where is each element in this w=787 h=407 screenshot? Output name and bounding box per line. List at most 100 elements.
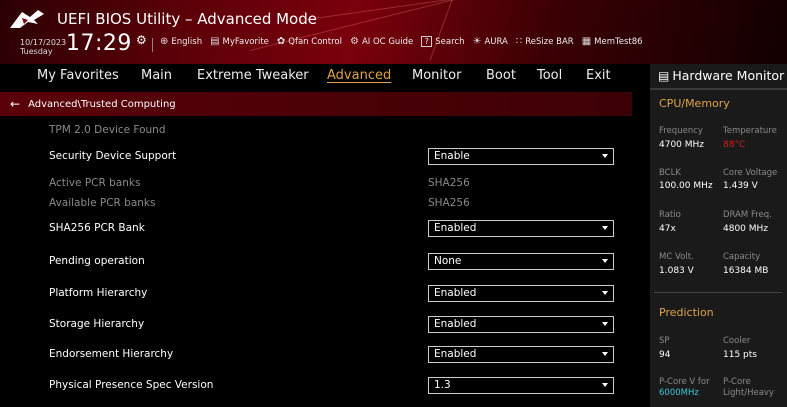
physical-presence-spec-dropdown[interactable]: 1.3: [428, 377, 614, 394]
hardware-monitor-title-text: Hardware Monitor: [672, 68, 785, 83]
chevron-down-icon: [602, 154, 608, 158]
pcore-v-label: P-Core V for: [659, 377, 710, 387]
bclk-label: BCLK: [659, 168, 681, 178]
fan-icon: ✿: [276, 36, 286, 47]
tab-tool[interactable]: Tool: [537, 68, 562, 83]
chevron-down-icon: [602, 322, 608, 326]
dropdown-value: Enabled: [434, 287, 477, 299]
dram-freq-label: DRAM Freq.: [723, 210, 772, 220]
toolbar-label: English: [171, 36, 203, 47]
sha256-pcr-bank-dropdown[interactable]: Enabled: [428, 220, 614, 237]
toolbar-resize-bar-button[interactable]: ∷ ReSize BAR: [516, 36, 574, 47]
toolbar-search-button[interactable]: ? Search: [421, 36, 464, 47]
setting-row-storage-hierarchy[interactable]: Storage Hierarchy Enabled: [0, 312, 632, 338]
setting-label: SHA256 PCR Bank: [49, 222, 145, 234]
toolbar-language-button[interactable]: ⊕ English: [160, 36, 202, 47]
setting-label: TPM 2.0 Device Found: [49, 124, 166, 136]
setting-label: Available PCR banks: [49, 197, 156, 209]
platform-hierarchy-dropdown[interactable]: Enabled: [428, 285, 614, 302]
rog-logo-icon: [10, 10, 44, 28]
cooler-label: Cooler: [723, 336, 751, 346]
tab-monitor[interactable]: Monitor: [412, 68, 461, 83]
sp-value: 94: [659, 350, 671, 360]
toolbar-label: AURA: [484, 36, 508, 47]
setting-row-pending-operation[interactable]: Pending operation None: [0, 249, 632, 275]
storage-hierarchy-dropdown[interactable]: Enabled: [428, 316, 614, 333]
tab-my-favorites[interactable]: My Favorites: [37, 68, 119, 83]
pcore-label: P-Core: [723, 377, 751, 387]
setting-label: Pending operation: [49, 255, 145, 267]
time-settings-gear-icon[interactable]: ⚙: [136, 33, 147, 47]
header-decoration: [299, 0, 716, 21]
hardware-monitor-panel: ▤ Hardware Monitor CPU/Memory Frequency …: [650, 64, 787, 407]
tab-main[interactable]: Main: [141, 68, 172, 83]
temperature-value: 88°C: [723, 140, 746, 150]
dropdown-value: None: [434, 255, 462, 267]
toolbar: ⊕ English ▤ MyFavorite ✿ Qfan Control ⚙ …: [160, 36, 643, 47]
pcore-mode: Light/Heavy: [723, 388, 774, 398]
pcore-v-freq: 6000MHz: [659, 388, 699, 398]
header-decoration: [429, 0, 472, 61]
toolbar-qfan-button[interactable]: ✿ Qfan Control: [277, 36, 342, 47]
setting-row-tpm-found: TPM 2.0 Device Found: [0, 118, 632, 144]
hardware-monitor-title: ▤ Hardware Monitor: [658, 68, 784, 83]
dropdown-value: Enabled: [434, 318, 477, 330]
dropdown-value: 1.3: [434, 379, 451, 391]
monitor-icon: ▤: [658, 68, 670, 83]
tab-exit[interactable]: Exit: [586, 68, 611, 83]
chevron-down-icon: [602, 352, 608, 356]
cooler-value: 115 pts: [723, 350, 757, 360]
toolbar-label: Search: [435, 36, 465, 47]
setting-label: Active PCR banks: [49, 177, 141, 189]
dropdown-value: Enabled: [434, 348, 477, 360]
setting-row-platform-hierarchy[interactable]: Platform Hierarchy Enabled: [0, 281, 632, 307]
pending-operation-dropdown[interactable]: None: [428, 253, 614, 270]
aura-icon: ☀: [472, 36, 482, 47]
app-title: UEFI BIOS Utility – Advanced Mode: [57, 10, 317, 28]
toolbar-aura-button[interactable]: ☀ AURA: [472, 36, 507, 47]
toolbar-myfavorite-button[interactable]: ▤ MyFavorite: [210, 36, 269, 47]
cpu-memory-section-title: CPU/Memory: [659, 97, 730, 110]
chevron-down-icon: [602, 291, 608, 295]
setting-row-endorsement-hierarchy[interactable]: Endorsement Hierarchy Enabled: [0, 342, 632, 368]
core-voltage-value: 1.439 V: [723, 181, 758, 191]
tab-extreme-tweaker[interactable]: Extreme Tweaker: [197, 68, 309, 83]
mc-volt-label: MC Volt.: [659, 252, 694, 262]
toolbar-memtest-button[interactable]: ▦ MemTest86: [582, 36, 643, 47]
sp-label: SP: [659, 336, 670, 346]
toolbar-label: Qfan Control: [288, 36, 342, 47]
back-arrow-icon[interactable]: ←: [10, 97, 20, 111]
toolbar-label: AI OC Guide: [361, 36, 414, 47]
header-divider: [152, 38, 153, 52]
ai-oc-icon: ⚙: [350, 36, 359, 47]
ratio-value: 47x: [659, 224, 676, 234]
tab-boot[interactable]: Boot: [486, 68, 516, 83]
settings-list: TPM 2.0 Device Found Security Device Sup…: [0, 116, 640, 407]
resize-bar-icon: ∷: [515, 36, 523, 47]
mc-volt-value: 1.083 V: [659, 266, 694, 276]
setting-row-security-device-support[interactable]: Security Device Support Enable: [0, 144, 632, 170]
favorite-icon: ▤: [210, 36, 220, 47]
setting-value: SHA256: [428, 197, 470, 209]
weekday-text: Tuesday: [20, 47, 53, 56]
breadcrumb[interactable]: ← Advanced\Trusted Computing: [0, 92, 632, 116]
date-text: 10/17/2023: [20, 38, 67, 47]
chevron-down-icon: [602, 259, 608, 263]
ratio-label: Ratio: [659, 210, 681, 220]
frequency-label: Frequency: [659, 126, 703, 136]
setting-value: SHA256: [428, 177, 470, 189]
security-device-support-dropdown[interactable]: Enable: [428, 148, 614, 165]
setting-label: Endorsement Hierarchy: [49, 348, 174, 360]
globe-icon: ⊕: [160, 36, 169, 47]
date-display: 10/17/2023 Tuesday: [20, 38, 66, 56]
tab-advanced[interactable]: Advanced: [327, 68, 391, 83]
prediction-section-title: Prediction: [659, 306, 714, 319]
setting-label: Storage Hierarchy: [49, 318, 145, 330]
capacity-label: Capacity: [723, 252, 761, 262]
setting-row-physical-presence-spec[interactable]: Physical Presence Spec Version 1.3: [0, 373, 632, 399]
endorsement-hierarchy-dropdown[interactable]: Enabled: [428, 346, 614, 363]
setting-row-sha256-pcr-bank[interactable]: SHA256 PCR Bank Enabled: [0, 216, 632, 242]
toolbar-ai-oc-guide-button[interactable]: ⚙ AI OC Guide: [350, 36, 413, 47]
frequency-value: 4700 MHz: [659, 140, 705, 150]
bclk-value: 100.00 MHz: [659, 181, 713, 191]
